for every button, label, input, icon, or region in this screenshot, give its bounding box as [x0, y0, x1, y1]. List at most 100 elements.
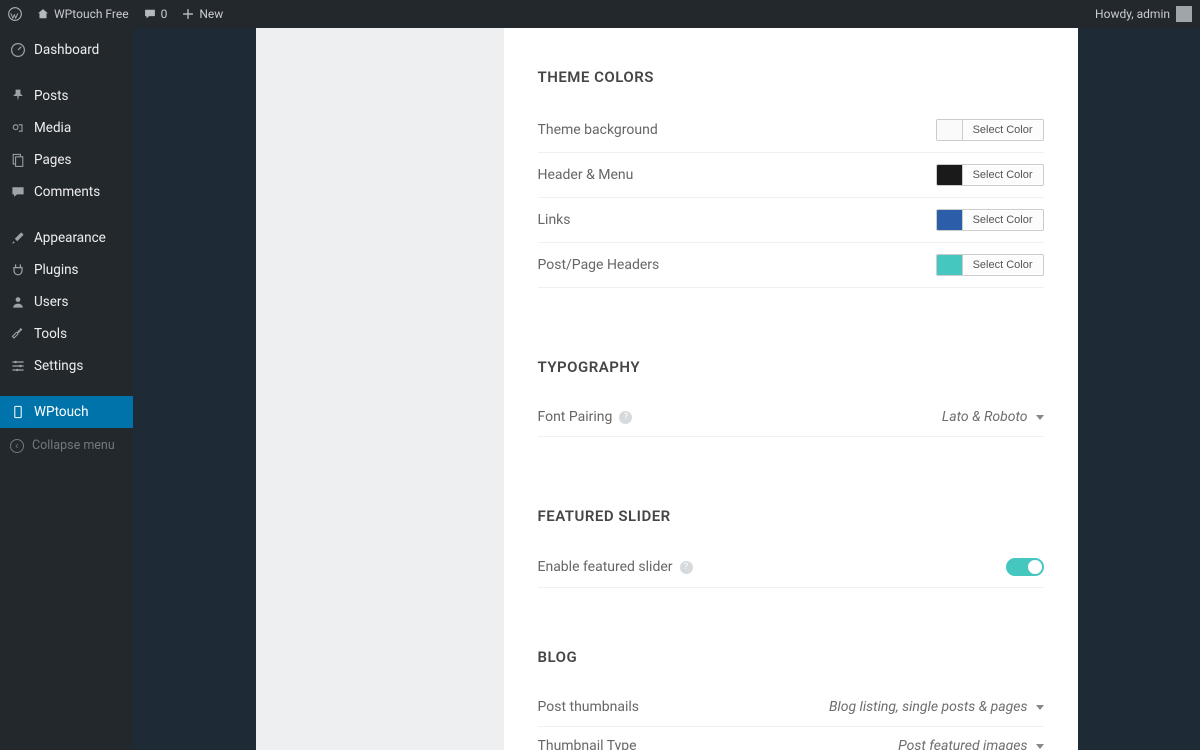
pages-icon: [10, 152, 26, 168]
toggle-knob: [1028, 560, 1042, 574]
comment-icon: [143, 7, 157, 21]
row-label: Post/Page Headers: [538, 257, 660, 273]
section-title-slider: FEATURED SLIDER: [538, 507, 1044, 525]
wptouch-icon: [10, 404, 26, 420]
color-swatch: [937, 165, 963, 185]
enable-slider-toggle[interactable]: [1006, 558, 1044, 576]
sidebar-item-label: WPtouch: [34, 404, 89, 420]
sidebar-item-label: Appearance: [34, 230, 106, 246]
sidebar-item-media[interactable]: Media: [0, 112, 133, 144]
user-icon: [10, 294, 26, 310]
color-picker-links[interactable]: Select Color: [936, 209, 1044, 231]
row-label: Theme background: [538, 122, 658, 138]
comments-link[interactable]: 0: [143, 7, 168, 21]
settings-content-panel: THEME COLORS Theme background Select Col…: [504, 28, 1078, 750]
section-title-blog: BLOG: [538, 648, 1044, 666]
row-header-menu: Header & Menu Select Color: [538, 153, 1044, 198]
admin-bar: WPtouch Free 0 New Howdy, admin: [0, 0, 1200, 28]
help-icon[interactable]: ?: [619, 411, 632, 424]
row-label: Header & Menu: [538, 167, 634, 183]
enable-slider-label: Enable featured slider: [538, 559, 673, 575]
sidebar-item-label: Pages: [34, 152, 72, 168]
sidebar-item-users[interactable]: Users: [0, 286, 133, 318]
plugin-icon: [10, 262, 26, 278]
sidebar-item-appearance[interactable]: Appearance: [0, 222, 133, 254]
work-area: THEME COLORS Theme background Select Col…: [133, 28, 1200, 750]
sliders-icon: [10, 358, 26, 374]
row-label: Enable featured slider ?: [538, 559, 693, 575]
row-label: Font Pairing ?: [538, 409, 633, 425]
row-label: Post thumbnails: [538, 699, 640, 715]
sidebar-item-pages[interactable]: Pages: [0, 144, 133, 176]
collapse-menu[interactable]: Collapse menu: [0, 428, 133, 463]
wordpress-icon: [8, 7, 22, 21]
select-color-button[interactable]: Select Color: [963, 121, 1043, 139]
color-swatch: [937, 255, 963, 275]
section-title-colors: THEME COLORS: [538, 68, 1044, 86]
color-picker-postheaders[interactable]: Select Color: [936, 254, 1044, 276]
thumbnail-type-select[interactable]: Post featured images: [898, 738, 1043, 750]
row-font-pairing: Font Pairing ? Lato & Roboto: [538, 398, 1044, 437]
section-title-typography: TYPOGRAPHY: [538, 358, 1044, 376]
color-picker-header[interactable]: Select Color: [936, 164, 1044, 186]
chevron-down-icon: [1036, 415, 1044, 420]
sidebar-item-dashboard[interactable]: Dashboard: [0, 34, 133, 66]
comments-icon: [10, 184, 26, 200]
sidebar-item-settings[interactable]: Settings: [0, 350, 133, 382]
new-label: New: [199, 7, 223, 21]
row-theme-background: Theme background Select Color: [538, 108, 1044, 153]
help-icon[interactable]: ?: [680, 561, 693, 574]
row-post-headers: Post/Page Headers Select Color: [538, 243, 1044, 288]
wrench-icon: [10, 326, 26, 342]
site-name-link[interactable]: WPtouch Free: [36, 7, 129, 21]
row-links: Links Select Color: [538, 198, 1044, 243]
sidebar-item-label: Settings: [34, 358, 83, 374]
plus-icon: [181, 7, 195, 21]
color-swatch: [937, 210, 963, 230]
dashboard-icon: [10, 42, 26, 58]
sidebar-item-label: Users: [34, 294, 68, 310]
collapse-icon: [10, 439, 24, 453]
wp-logo[interactable]: [8, 7, 22, 21]
sidebar-item-label: Comments: [34, 184, 100, 200]
sidebar-item-label: Media: [34, 120, 71, 136]
sidebar-item-label: Tools: [34, 326, 67, 342]
color-picker-background[interactable]: Select Color: [936, 119, 1044, 141]
media-icon: [10, 120, 26, 136]
sidebar-item-label: Dashboard: [34, 42, 99, 58]
comments-count: 0: [161, 7, 168, 21]
brush-icon: [10, 230, 26, 246]
select-color-button[interactable]: Select Color: [963, 256, 1043, 274]
sidebar-item-wptouch[interactable]: WPtouch: [0, 396, 133, 428]
select-color-button[interactable]: Select Color: [963, 166, 1043, 184]
sidebar-item-label: Posts: [34, 88, 68, 104]
sidebar-item-tools[interactable]: Tools: [0, 318, 133, 350]
settings-nav-panel: [256, 28, 504, 750]
select-value: Post featured images: [898, 738, 1027, 750]
select-value: Blog listing, single posts & pages: [829, 699, 1028, 715]
color-swatch: [937, 120, 963, 140]
sidebar-item-plugins[interactable]: Plugins: [0, 254, 133, 286]
chevron-down-icon: [1036, 744, 1044, 749]
account-link[interactable]: Howdy, admin: [1095, 6, 1192, 22]
row-post-thumbnails: Post thumbnails Blog listing, single pos…: [538, 688, 1044, 727]
row-thumbnail-type: Thumbnail Type Post featured images: [538, 727, 1044, 750]
chevron-down-icon: [1036, 705, 1044, 710]
home-icon: [36, 7, 50, 21]
pin-icon: [10, 88, 26, 104]
sidebar-item-comments[interactable]: Comments: [0, 176, 133, 208]
row-label: Links: [538, 212, 571, 228]
howdy-text: Howdy, admin: [1095, 7, 1170, 21]
post-thumbnails-select[interactable]: Blog listing, single posts & pages: [829, 699, 1044, 715]
select-value: Lato & Roboto: [942, 409, 1028, 425]
new-link[interactable]: New: [181, 7, 223, 21]
collapse-label: Collapse menu: [32, 438, 115, 453]
font-pairing-select[interactable]: Lato & Roboto: [942, 409, 1044, 425]
admin-sidebar: Dashboard Posts Media Pages Comments App…: [0, 28, 133, 750]
row-enable-slider: Enable featured slider ?: [538, 547, 1044, 588]
site-name: WPtouch Free: [54, 7, 129, 21]
sidebar-item-posts[interactable]: Posts: [0, 80, 133, 112]
row-label: Thumbnail Type: [538, 738, 637, 750]
font-pairing-label: Font Pairing: [538, 409, 613, 425]
select-color-button[interactable]: Select Color: [963, 211, 1043, 229]
